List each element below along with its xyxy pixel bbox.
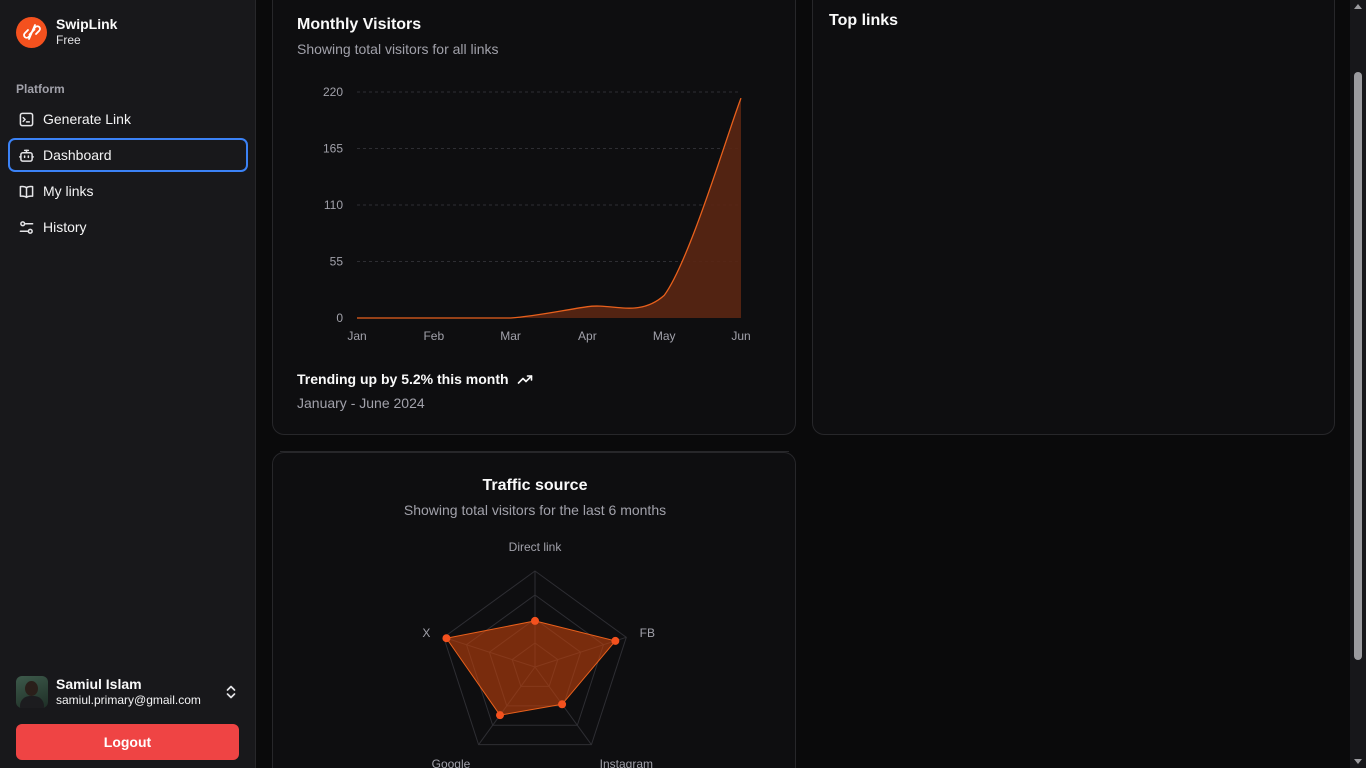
scroll-down-arrow-icon[interactable] xyxy=(1354,759,1362,764)
x-tick-label: Feb xyxy=(423,329,444,343)
terminal-icon xyxy=(19,112,34,126)
sidebar-item-generate-link[interactable]: Generate Link xyxy=(8,102,248,136)
x-tick-label: May xyxy=(653,329,676,343)
x-tick-label: Jun xyxy=(731,329,750,343)
y-tick-label: 220 xyxy=(323,85,343,99)
sidebar-item-history[interactable]: History xyxy=(8,210,248,244)
monthly-visitors-area-chart: 0 55 110 165 220 Jan Feb Mar Apr May Jun xyxy=(323,85,751,343)
traffic-source-card: Traffic source Showing total visitors fo… xyxy=(272,452,796,768)
radar-axis-label: FB xyxy=(640,626,655,640)
radar-point xyxy=(442,634,451,643)
sidebar-item-label: History xyxy=(43,219,87,235)
y-tick-label: 0 xyxy=(336,311,343,325)
card-title: Top links xyxy=(829,12,899,29)
avatar xyxy=(16,676,48,708)
radar-axis-label: Instagram xyxy=(600,757,653,768)
radar-axis-label: Google xyxy=(432,757,471,768)
section-label: Platform xyxy=(16,82,65,96)
traffic-source-radar-chart: Direct link FB Instagram Google X xyxy=(422,540,655,768)
brand-name: SwipLink xyxy=(56,16,118,32)
area-fill xyxy=(357,98,741,318)
x-tick-label: Apr xyxy=(578,329,597,343)
brand-plan: Free xyxy=(56,33,81,47)
sidebar: SwipLink Free Platform Generate Link Das… xyxy=(0,0,256,768)
sidebar-nav: Generate Link Dashboard My links History xyxy=(8,102,248,246)
radar-point xyxy=(558,700,567,709)
radar-axis-label: X xyxy=(422,626,430,640)
user-email: samiul.primary@gmail.com xyxy=(56,693,201,707)
radar-point xyxy=(611,636,620,645)
swiplink-logo-icon xyxy=(16,16,47,48)
radar-point xyxy=(531,616,539,625)
chevrons-up-down-icon[interactable] xyxy=(224,684,238,705)
sidebar-item-label: Dashboard xyxy=(43,147,112,163)
logout-button[interactable]: Logout xyxy=(16,724,239,760)
trend-text: Trending up by 5.2% this month xyxy=(297,371,533,387)
scrollbar-thumb[interactable] xyxy=(1354,72,1362,660)
trend-label: Trending up by 5.2% this month xyxy=(297,371,509,387)
scroll-up-arrow-icon[interactable] xyxy=(1354,4,1362,9)
sidebar-item-label: My links xyxy=(43,183,94,199)
top-links-card: Top links xyxy=(812,0,1335,435)
brand[interactable]: SwipLink Free xyxy=(16,16,117,48)
sidebar-item-label: Generate Link xyxy=(43,111,131,127)
radar-area xyxy=(445,620,617,716)
y-tick-label: 165 xyxy=(323,142,343,156)
y-tick-label: 55 xyxy=(330,255,344,269)
y-tick-label: 110 xyxy=(324,198,343,212)
x-tick-label: Jan xyxy=(347,329,366,343)
user-name: Samiul Islam xyxy=(56,676,142,692)
trending-up-icon xyxy=(517,375,532,384)
sliders-icon xyxy=(19,220,34,234)
scrollbar[interactable] xyxy=(1350,0,1366,768)
sidebar-item-my-links[interactable]: My links xyxy=(8,174,248,208)
book-icon xyxy=(19,185,34,198)
monthly-visitors-card: Monthly Visitors Showing total visitors … xyxy=(272,0,796,435)
radar-point xyxy=(496,711,505,720)
sidebar-item-dashboard[interactable]: Dashboard xyxy=(8,138,248,172)
user-menu[interactable]: Samiul Islam samiul.primary@gmail.com xyxy=(16,676,240,708)
date-range: January - June 2024 xyxy=(297,395,425,411)
bot-icon xyxy=(19,149,34,162)
x-tick-label: Mar xyxy=(500,329,521,343)
radar-axis-label: Direct link xyxy=(509,540,563,554)
app: SwipLink Free Platform Generate Link Das… xyxy=(0,0,1366,768)
